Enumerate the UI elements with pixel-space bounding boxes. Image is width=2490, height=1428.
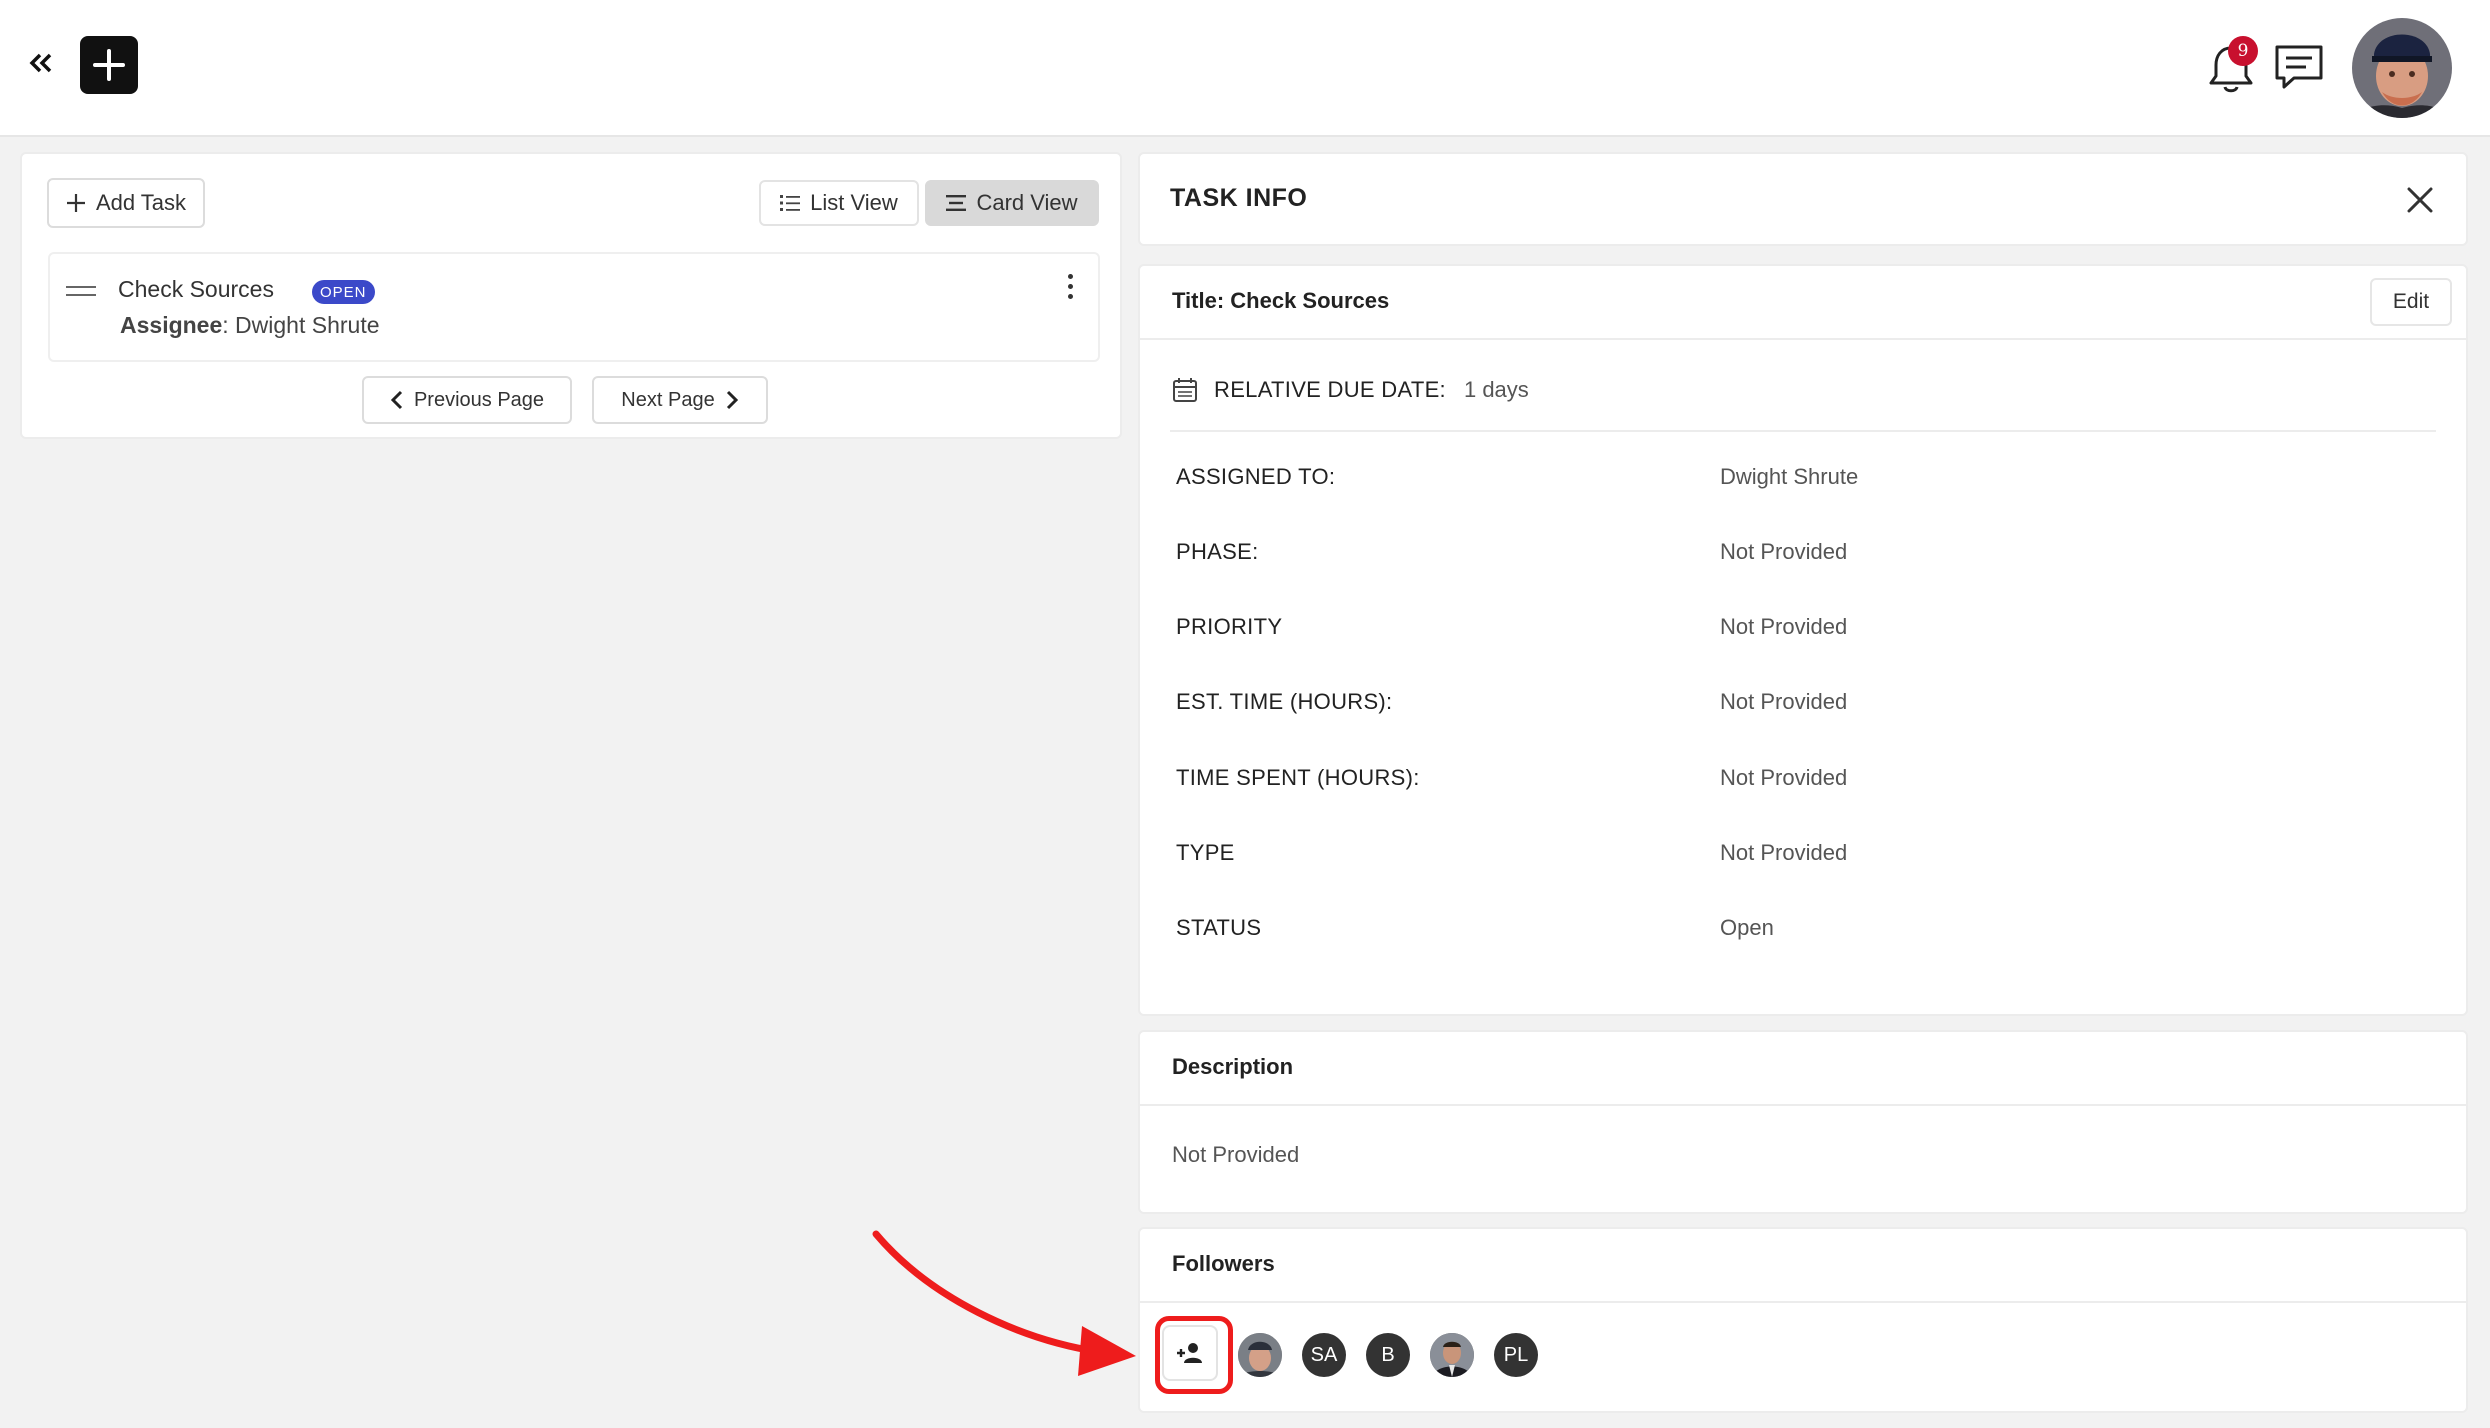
followers-title: Followers (1172, 1251, 1275, 1276)
collapse-sidebar-button[interactable] (24, 46, 58, 80)
task-assignee: Assignee: Dwight Shrute (120, 312, 380, 339)
assignee-label: Assignee (120, 312, 223, 338)
assigned-to-value: Dwight Shrute (1720, 464, 1859, 489)
double-chevron-left-icon (29, 53, 52, 73)
chevron-left-icon (390, 390, 403, 410)
list-view-button[interactable]: List View (759, 180, 919, 226)
followers-card: Followers SA B PL (1138, 1227, 2468, 1413)
description-text: Not Provided (1172, 1142, 1300, 1167)
edit-label: Edit (2392, 290, 2430, 313)
priority-value: Not Provided (1720, 614, 1848, 639)
chat-icon (2275, 45, 2323, 89)
notification-count-badge: 9 (2228, 36, 2258, 66)
top-bar: 9 (0, 0, 2490, 137)
status-value: Open (1720, 915, 1774, 940)
assignee-value: : Dwight Shrute (222, 312, 380, 338)
priority-label: PRIORITY (1176, 614, 1283, 639)
task-info-title: TASK INFO (1170, 184, 1308, 212)
follower-avatar[interactable]: PL (1494, 1333, 1538, 1377)
status-badge: OPEN (312, 280, 375, 304)
annotation-arrow-icon (872, 1230, 1136, 1376)
card-view-label: Card View (976, 190, 1078, 215)
follower-photo-icon (1430, 1333, 1474, 1377)
add-task-button[interactable]: Add Task (47, 178, 205, 228)
list-view-label: List View (810, 190, 898, 215)
divider (1140, 1301, 2466, 1303)
close-button[interactable] (2402, 182, 2438, 218)
time-spent-value: Not Provided (1720, 765, 1848, 790)
follower-initials: B (1381, 1343, 1395, 1366)
task-info-header: TASK INFO (1138, 152, 2468, 246)
plus-icon (66, 194, 85, 212)
phase-label: PHASE: (1176, 539, 1259, 564)
plus-icon (93, 49, 125, 81)
type-label: TYPE (1176, 840, 1235, 865)
divider (1140, 338, 2466, 340)
phase-value: Not Provided (1720, 539, 1848, 564)
user-photo-icon (2352, 18, 2452, 118)
follower-avatar[interactable] (1238, 1333, 1282, 1377)
card-view-icon (946, 195, 967, 211)
next-page-button[interactable]: Next Page (592, 376, 768, 424)
task-list-panel: Add Task List View Card View Check Sourc… (20, 152, 1122, 439)
divider (1140, 1104, 2466, 1106)
calendar-icon (1173, 378, 1197, 402)
follower-avatar[interactable]: SA (1302, 1333, 1346, 1377)
task-title-line: Title: Check Sources (1172, 288, 1390, 313)
type-value: Not Provided (1720, 840, 1848, 865)
divider (1170, 430, 2436, 432)
follower-avatar[interactable] (1430, 1333, 1474, 1377)
assigned-to-label: ASSIGNED TO: (1176, 464, 1336, 489)
task-title[interactable]: Check Sources (118, 276, 274, 303)
follower-initials: SA (1310, 1343, 1338, 1366)
status-label: STATUS (1176, 915, 1262, 940)
list-icon (780, 195, 801, 211)
follower-avatar[interactable]: B (1366, 1333, 1410, 1377)
messages-button[interactable] (2272, 42, 2326, 94)
time-spent-label: TIME SPENT (HOURS): (1176, 765, 1420, 790)
est-time-value: Not Provided (1720, 689, 1848, 714)
due-date-value: 1 days (1463, 377, 1529, 402)
edit-button[interactable]: Edit (2370, 278, 2452, 326)
add-person-icon (1177, 1343, 1202, 1363)
task-card[interactable]: Check Sources OPEN Assignee: Dwight Shru… (48, 252, 1100, 362)
task-details-card: Title: Check Sources Edit RELATIVE DUE D… (1138, 264, 2468, 1016)
drag-handle-icon[interactable] (66, 286, 96, 300)
relative-due-date-row: RELATIVE DUE DATE: 1 days (1172, 370, 1529, 410)
chevron-right-icon (726, 390, 738, 410)
follower-initials: PL (1503, 1343, 1529, 1366)
user-avatar[interactable] (2352, 18, 2452, 118)
est-time-label: EST. TIME (HOURS): (1176, 689, 1393, 714)
add-follower-button[interactable] (1162, 1325, 1218, 1381)
create-button[interactable] (80, 36, 138, 94)
previous-page-label: Previous Page (413, 388, 545, 411)
previous-page-button[interactable]: Previous Page (362, 376, 572, 424)
description-title: Description (1172, 1054, 1294, 1079)
next-page-label: Next Page (621, 388, 715, 411)
follower-photo-icon (1238, 1333, 1282, 1377)
due-date-label: RELATIVE DUE DATE: (1214, 377, 1446, 402)
add-task-label: Add Task (95, 190, 187, 215)
card-view-button[interactable]: Card View (925, 180, 1099, 226)
description-card: Description Not Provided (1138, 1030, 2468, 1214)
close-icon (2407, 187, 2433, 213)
more-options-icon[interactable] (1060, 274, 1080, 308)
